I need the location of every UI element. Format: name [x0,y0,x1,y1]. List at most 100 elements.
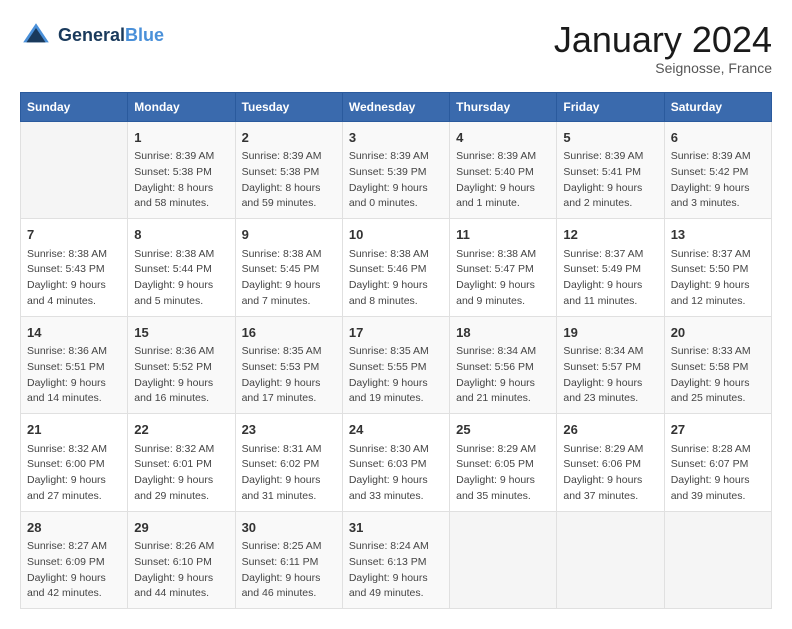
calendar-cell: 12Sunrise: 8:37 AMSunset: 5:49 PMDayligh… [557,219,664,317]
day-number: 11 [456,225,550,245]
sunrise: Sunrise: 8:39 AM [134,149,228,165]
day-number: 19 [563,323,657,343]
location: Seignosse, France [554,60,772,76]
day-info: Sunrise: 8:25 AMSunset: 6:11 PMDaylight:… [242,539,336,602]
daylight: Daylight: 9 hours and 42 minutes. [27,571,121,603]
sunset: Sunset: 6:03 PM [349,457,443,473]
daylight: Daylight: 9 hours and 25 minutes. [671,376,765,408]
day-number: 2 [242,128,336,148]
calendar-cell: 21Sunrise: 8:32 AMSunset: 6:00 PMDayligh… [21,414,128,512]
sunset: Sunset: 6:02 PM [242,457,336,473]
calendar-cell: 2Sunrise: 8:39 AMSunset: 5:38 PMDaylight… [235,121,342,219]
day-number: 13 [671,225,765,245]
day-number: 25 [456,420,550,440]
sunset: Sunset: 5:58 PM [671,360,765,376]
daylight: Daylight: 9 hours and 27 minutes. [27,473,121,505]
sunset: Sunset: 6:00 PM [27,457,121,473]
day-info: Sunrise: 8:39 AMSunset: 5:39 PMDaylight:… [349,149,443,212]
calendar-cell: 23Sunrise: 8:31 AMSunset: 6:02 PMDayligh… [235,414,342,512]
calendar-cell: 1Sunrise: 8:39 AMSunset: 5:38 PMDaylight… [128,121,235,219]
sunset: Sunset: 5:38 PM [242,165,336,181]
day-info: Sunrise: 8:24 AMSunset: 6:13 PMDaylight:… [349,539,443,602]
day-number: 10 [349,225,443,245]
header-day-wednesday: Wednesday [342,92,449,121]
sunrise: Sunrise: 8:38 AM [134,247,228,263]
daylight: Daylight: 9 hours and 8 minutes. [349,278,443,310]
sunrise: Sunrise: 8:39 AM [563,149,657,165]
day-number: 24 [349,420,443,440]
sunrise: Sunrise: 8:39 AM [242,149,336,165]
calendar-cell: 28Sunrise: 8:27 AMSunset: 6:09 PMDayligh… [21,511,128,609]
calendar-cell: 19Sunrise: 8:34 AMSunset: 5:57 PMDayligh… [557,316,664,414]
header-day-tuesday: Tuesday [235,92,342,121]
week-row-4: 21Sunrise: 8:32 AMSunset: 6:00 PMDayligh… [21,414,772,512]
calendar-cell: 14Sunrise: 8:36 AMSunset: 5:51 PMDayligh… [21,316,128,414]
sunrise: Sunrise: 8:24 AM [349,539,443,555]
sunrise: Sunrise: 8:32 AM [27,442,121,458]
day-number: 12 [563,225,657,245]
day-number: 22 [134,420,228,440]
calendar-cell: 27Sunrise: 8:28 AMSunset: 6:07 PMDayligh… [664,414,771,512]
day-info: Sunrise: 8:37 AMSunset: 5:50 PMDaylight:… [671,247,765,310]
calendar-cell: 7Sunrise: 8:38 AMSunset: 5:43 PMDaylight… [21,219,128,317]
day-number: 23 [242,420,336,440]
day-number: 28 [27,518,121,538]
day-info: Sunrise: 8:33 AMSunset: 5:58 PMDaylight:… [671,344,765,407]
sunrise: Sunrise: 8:39 AM [349,149,443,165]
daylight: Daylight: 9 hours and 46 minutes. [242,571,336,603]
day-number: 20 [671,323,765,343]
day-info: Sunrise: 8:32 AMSunset: 6:00 PMDaylight:… [27,442,121,505]
calendar-cell: 9Sunrise: 8:38 AMSunset: 5:45 PMDaylight… [235,219,342,317]
sunrise: Sunrise: 8:35 AM [349,344,443,360]
sunset: Sunset: 6:13 PM [349,555,443,571]
day-number: 8 [134,225,228,245]
sunrise: Sunrise: 8:38 AM [242,247,336,263]
sunset: Sunset: 6:10 PM [134,555,228,571]
daylight: Daylight: 9 hours and 44 minutes. [134,571,228,603]
header-day-sunday: Sunday [21,92,128,121]
daylight: Daylight: 8 hours and 59 minutes. [242,181,336,213]
sunset: Sunset: 5:44 PM [134,262,228,278]
calendar-cell: 10Sunrise: 8:38 AMSunset: 5:46 PMDayligh… [342,219,449,317]
sunrise: Sunrise: 8:33 AM [671,344,765,360]
week-row-3: 14Sunrise: 8:36 AMSunset: 5:51 PMDayligh… [21,316,772,414]
calendar-cell: 30Sunrise: 8:25 AMSunset: 6:11 PMDayligh… [235,511,342,609]
day-number: 30 [242,518,336,538]
calendar-cell: 29Sunrise: 8:26 AMSunset: 6:10 PMDayligh… [128,511,235,609]
calendar-header-row: SundayMondayTuesdayWednesdayThursdayFrid… [21,92,772,121]
sunset: Sunset: 6:07 PM [671,457,765,473]
daylight: Daylight: 9 hours and 3 minutes. [671,181,765,213]
day-number: 3 [349,128,443,148]
daylight: Daylight: 9 hours and 49 minutes. [349,571,443,603]
day-number: 17 [349,323,443,343]
calendar-cell: 22Sunrise: 8:32 AMSunset: 6:01 PMDayligh… [128,414,235,512]
sunrise: Sunrise: 8:35 AM [242,344,336,360]
day-number: 7 [27,225,121,245]
page-header: GeneralBlue January 2024 Seignosse, Fran… [20,20,772,76]
sunrise: Sunrise: 8:38 AM [27,247,121,263]
daylight: Daylight: 9 hours and 39 minutes. [671,473,765,505]
day-info: Sunrise: 8:38 AMSunset: 5:46 PMDaylight:… [349,247,443,310]
day-info: Sunrise: 8:39 AMSunset: 5:40 PMDaylight:… [456,149,550,212]
calendar-cell: 16Sunrise: 8:35 AMSunset: 5:53 PMDayligh… [235,316,342,414]
day-info: Sunrise: 8:30 AMSunset: 6:03 PMDaylight:… [349,442,443,505]
daylight: Daylight: 9 hours and 37 minutes. [563,473,657,505]
sunrise: Sunrise: 8:29 AM [563,442,657,458]
day-info: Sunrise: 8:34 AMSunset: 5:57 PMDaylight:… [563,344,657,407]
calendar-cell: 24Sunrise: 8:30 AMSunset: 6:03 PMDayligh… [342,414,449,512]
sunset: Sunset: 5:57 PM [563,360,657,376]
day-info: Sunrise: 8:35 AMSunset: 5:53 PMDaylight:… [242,344,336,407]
day-number: 21 [27,420,121,440]
daylight: Daylight: 9 hours and 35 minutes. [456,473,550,505]
sunrise: Sunrise: 8:34 AM [563,344,657,360]
day-info: Sunrise: 8:29 AMSunset: 6:06 PMDaylight:… [563,442,657,505]
calendar-cell: 11Sunrise: 8:38 AMSunset: 5:47 PMDayligh… [450,219,557,317]
calendar-table: SundayMondayTuesdayWednesdayThursdayFrid… [20,92,772,610]
daylight: Daylight: 9 hours and 33 minutes. [349,473,443,505]
header-day-saturday: Saturday [664,92,771,121]
day-info: Sunrise: 8:26 AMSunset: 6:10 PMDaylight:… [134,539,228,602]
day-number: 27 [671,420,765,440]
day-info: Sunrise: 8:38 AMSunset: 5:45 PMDaylight:… [242,247,336,310]
calendar-cell: 6Sunrise: 8:39 AMSunset: 5:42 PMDaylight… [664,121,771,219]
sunset: Sunset: 5:43 PM [27,262,121,278]
